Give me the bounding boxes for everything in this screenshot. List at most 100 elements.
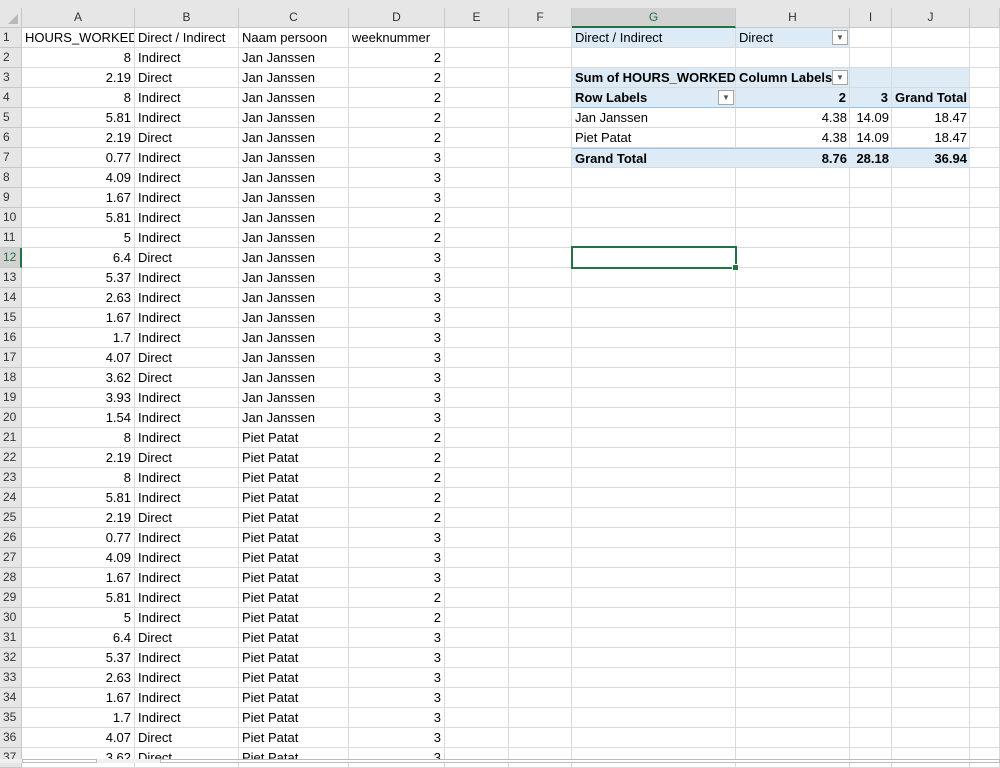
cell[interactable] <box>892 228 970 248</box>
cell[interactable] <box>572 548 736 568</box>
cell[interactable] <box>445 628 509 648</box>
data-cell[interactable]: Indirect <box>135 428 239 448</box>
row-header-9[interactable]: 9 <box>0 188 22 208</box>
data-cell[interactable]: Direct <box>135 248 239 268</box>
data-cell[interactable]: Indirect <box>135 48 239 68</box>
cell[interactable] <box>970 728 1000 748</box>
row-header-34[interactable]: 34 <box>0 688 22 708</box>
cell[interactable] <box>509 88 572 108</box>
data-cell[interactable]: Indirect <box>135 468 239 488</box>
cell[interactable] <box>970 28 1000 48</box>
data-cell[interactable]: Jan Janssen <box>239 388 349 408</box>
data-cell[interactable]: Piet Patat <box>239 688 349 708</box>
cell[interactable] <box>509 268 572 288</box>
cell[interactable] <box>892 488 970 508</box>
row-header-20[interactable]: 20 <box>0 408 22 428</box>
cell[interactable] <box>970 628 1000 648</box>
data-cell[interactable]: 2 <box>349 48 445 68</box>
cell[interactable] <box>970 68 1000 88</box>
cell[interactable] <box>445 428 509 448</box>
cell[interactable] <box>509 348 572 368</box>
data-cell[interactable]: 1.67 <box>22 688 135 708</box>
cell[interactable] <box>970 328 1000 348</box>
cell[interactable] <box>445 88 509 108</box>
cell[interactable] <box>572 228 736 248</box>
cell[interactable] <box>970 268 1000 288</box>
cell[interactable] <box>970 748 1000 768</box>
data-cell[interactable]: 2 <box>349 128 445 148</box>
cell[interactable] <box>850 348 892 368</box>
data-cell[interactable]: 2.19 <box>22 448 135 468</box>
cell[interactable] <box>850 228 892 248</box>
row-header-28[interactable]: 28 <box>0 568 22 588</box>
cell[interactable] <box>850 448 892 468</box>
cell[interactable] <box>970 148 1000 168</box>
cell[interactable] <box>850 668 892 688</box>
cell[interactable] <box>736 708 850 728</box>
column-labels-dropdown-icon[interactable]: ▼ <box>832 70 848 85</box>
cell[interactable] <box>572 388 736 408</box>
data-cell[interactable]: Indirect <box>135 328 239 348</box>
pivot-col-key[interactable]: 3 <box>850 88 892 108</box>
cell[interactable] <box>509 248 572 268</box>
data-cell[interactable]: 2 <box>349 508 445 528</box>
data-cell[interactable]: 4.09 <box>22 548 135 568</box>
cell[interactable] <box>892 268 970 288</box>
cell[interactable] <box>509 688 572 708</box>
column-header-J[interactable]: J <box>892 8 970 28</box>
cell[interactable] <box>736 748 850 768</box>
data-cell[interactable]: 2 <box>349 88 445 108</box>
data-cell[interactable]: 3 <box>349 368 445 388</box>
pivot-row-label[interactable]: Jan Janssen <box>572 108 736 128</box>
pivot-value[interactable]: 4.38 <box>736 128 850 148</box>
row-header-10[interactable]: 10 <box>0 208 22 228</box>
data-cell[interactable]: Jan Janssen <box>239 208 349 228</box>
pivot-grand-total-header[interactable]: Grand Total <box>892 88 970 108</box>
cell[interactable] <box>572 708 736 728</box>
cell[interactable] <box>445 488 509 508</box>
data-cell[interactable]: Indirect <box>135 668 239 688</box>
data-cell[interactable]: Indirect <box>135 568 239 588</box>
data-cell[interactable]: Indirect <box>135 308 239 328</box>
data-cell[interactable]: Jan Janssen <box>239 368 349 388</box>
cell[interactable] <box>445 588 509 608</box>
cell[interactable] <box>850 748 892 768</box>
row-header-16[interactable]: 16 <box>0 328 22 348</box>
cell[interactable] <box>850 628 892 648</box>
data-cell[interactable]: 2.19 <box>22 508 135 528</box>
cell[interactable] <box>572 448 736 468</box>
cell[interactable] <box>850 328 892 348</box>
data-cell[interactable]: 3 <box>349 288 445 308</box>
data-cell[interactable]: Piet Patat <box>239 428 349 448</box>
data-cell[interactable]: 2.19 <box>22 68 135 88</box>
data-cell[interactable]: 6.4 <box>22 248 135 268</box>
data-cell[interactable]: 2 <box>349 108 445 128</box>
data-cell[interactable]: 3 <box>349 668 445 688</box>
data-cell[interactable]: 2 <box>349 488 445 508</box>
data-cell[interactable]: 3 <box>349 528 445 548</box>
cell[interactable] <box>736 508 850 528</box>
data-cell[interactable]: Jan Janssen <box>239 248 349 268</box>
data-cell[interactable]: 2 <box>349 228 445 248</box>
cell[interactable] <box>509 468 572 488</box>
data-cell[interactable]: 3 <box>349 308 445 328</box>
row-header-5[interactable]: 5 <box>0 108 22 128</box>
cell[interactable] <box>970 388 1000 408</box>
cell[interactable] <box>892 388 970 408</box>
cell[interactable] <box>892 528 970 548</box>
cell[interactable] <box>736 688 850 708</box>
data-cell[interactable]: 3.62 <box>22 748 135 768</box>
cell[interactable] <box>509 708 572 728</box>
cell[interactable] <box>509 388 572 408</box>
cell[interactable] <box>736 228 850 248</box>
cell[interactable] <box>892 468 970 488</box>
row-header-3[interactable]: 3 <box>0 68 22 88</box>
data-cell[interactable]: Direct <box>135 508 239 528</box>
data-cell[interactable]: Indirect <box>135 288 239 308</box>
cell[interactable] <box>850 268 892 288</box>
cell[interactable] <box>850 708 892 728</box>
row-header-14[interactable]: 14 <box>0 288 22 308</box>
cell[interactable] <box>892 708 970 728</box>
cell[interactable] <box>970 508 1000 528</box>
cell[interactable] <box>970 308 1000 328</box>
